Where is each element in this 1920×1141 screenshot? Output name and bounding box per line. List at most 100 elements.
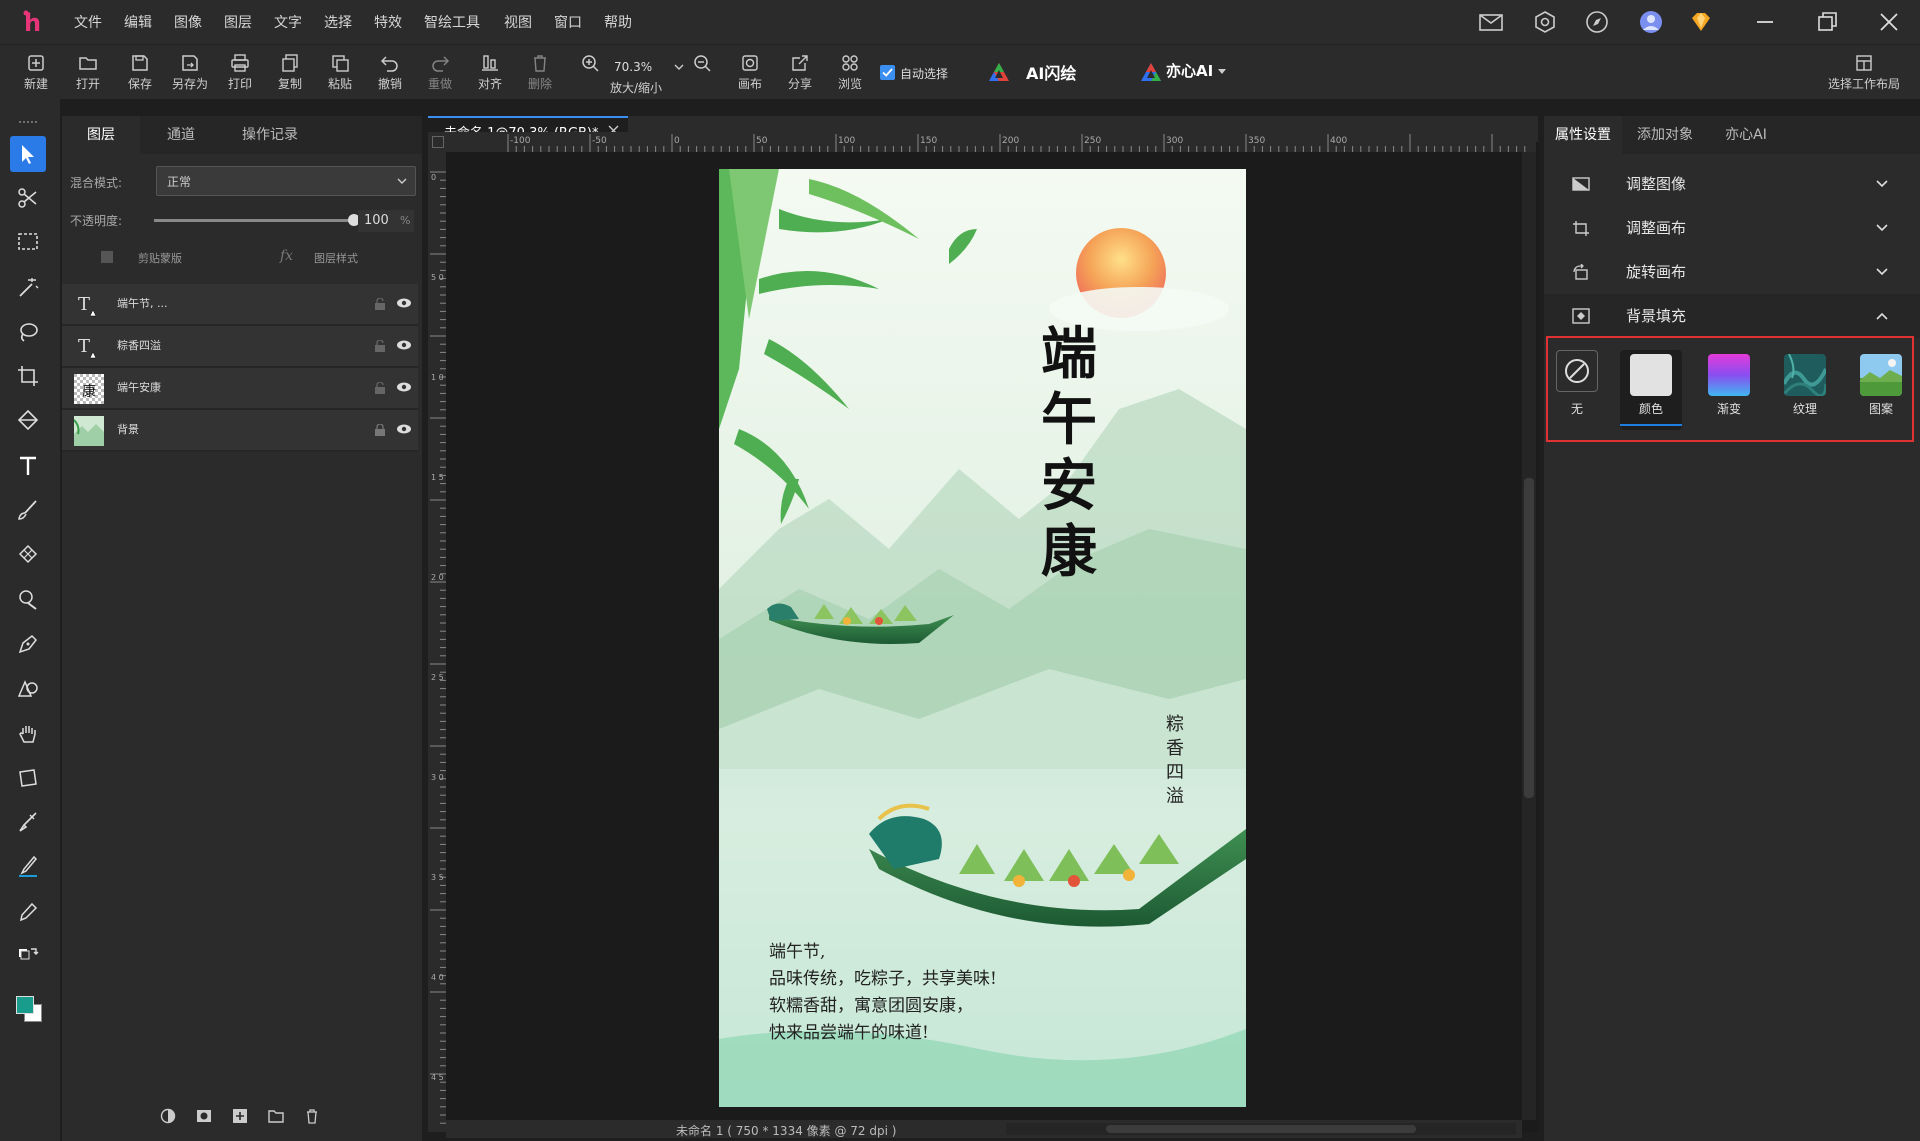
pen-tool-icon[interactable] [10, 626, 46, 662]
fill-bucket-icon[interactable] [10, 402, 46, 438]
copy-button[interactable]: 复制 [268, 51, 312, 97]
tab-layers[interactable]: 图层 [62, 116, 140, 154]
adjustment-layer-icon[interactable] [160, 1108, 176, 1124]
menu-file[interactable]: 文件 [74, 0, 102, 44]
clone-stamp-icon[interactable] [10, 582, 46, 618]
horizontal-scroll-thumb[interactable] [1106, 1125, 1416, 1133]
restore-icon[interactable] [1814, 10, 1840, 34]
highlighter-icon[interactable] [10, 848, 46, 884]
new-button[interactable]: 新建 [14, 51, 58, 97]
settings-icon[interactable] [1532, 10, 1558, 34]
section-background-fill[interactable]: 背景填充 [1544, 294, 1920, 338]
mail-icon[interactable] [1478, 10, 1504, 34]
visibility-eye-icon[interactable] [396, 297, 412, 309]
canvas-button[interactable]: 画布 [728, 51, 772, 97]
opacity-value: 100 [364, 213, 389, 228]
brush-icon[interactable] [10, 492, 46, 528]
cut-tool-icon[interactable] [10, 180, 46, 216]
avatar[interactable] [1638, 10, 1664, 34]
foreground-color-swatch[interactable] [16, 996, 34, 1014]
close-icon[interactable] [1876, 10, 1902, 34]
layer-row[interactable]: T 粽香四溢 [62, 326, 418, 368]
align-button[interactable]: 对齐 [468, 51, 512, 97]
visibility-eye-icon[interactable] [396, 381, 412, 393]
fill-pattern-option[interactable]: 图案 [1850, 350, 1912, 430]
fill-texture-option[interactable]: 纹理 [1774, 350, 1836, 430]
blend-mode-select[interactable]: 正常 [156, 166, 416, 196]
section-rotate-canvas[interactable]: 旋转画布 [1544, 250, 1920, 294]
menu-layer[interactable]: 图层 [224, 0, 252, 44]
fill-color-option[interactable]: 颜色 [1620, 350, 1682, 430]
text-tool-icon[interactable] [10, 448, 46, 484]
fill-none-option[interactable]: 无 [1546, 350, 1608, 430]
tab-history[interactable]: 操作记录 [222, 116, 318, 154]
rect-select-icon[interactable] [10, 224, 46, 260]
menu-select[interactable]: 选择 [324, 0, 352, 44]
vip-gem-icon[interactable] [1688, 10, 1714, 34]
layer-row[interactable]: 康 端午安康 [62, 368, 418, 410]
print-button[interactable]: 打印 [218, 51, 262, 97]
menu-smart-tools[interactable]: 智绘工具 [424, 0, 480, 44]
color-swatches[interactable] [14, 994, 44, 1024]
zoom-in-icon[interactable] [568, 51, 612, 97]
vertical-scrollbar[interactable] [1522, 152, 1536, 1120]
paste-button[interactable]: 粘贴 [318, 51, 362, 97]
tab-channels[interactable]: 通道 [142, 116, 220, 154]
lock-icon[interactable] [374, 424, 386, 436]
undo-button[interactable]: 撤销 [368, 51, 412, 97]
menu-text[interactable]: 文字 [274, 0, 302, 44]
delete-button[interactable]: 删除 [518, 51, 562, 97]
zoom-out-icon[interactable] [680, 51, 724, 97]
add-mask-icon[interactable] [196, 1108, 212, 1124]
fill-gradient-option[interactable]: 渐变 [1698, 350, 1760, 430]
tab-add-object[interactable]: 添加对象 [1626, 116, 1704, 154]
eraser-brush-icon[interactable] [10, 804, 46, 840]
menu-image[interactable]: 图像 [174, 0, 202, 44]
magic-wand-icon[interactable] [10, 270, 46, 306]
visibility-eye-icon[interactable] [396, 423, 412, 435]
unlock-icon[interactable] [374, 382, 386, 394]
visibility-eye-icon[interactable] [396, 339, 412, 351]
menu-effects[interactable]: 特效 [374, 0, 402, 44]
yixin-ai-dropdown[interactable]: 亦心AI [1140, 59, 1230, 85]
swap-colors-icon[interactable] [10, 938, 46, 974]
layer-row[interactable]: T 端午节, ... [62, 284, 418, 326]
new-layer-icon[interactable] [232, 1108, 248, 1124]
folder-icon[interactable] [268, 1108, 284, 1124]
section-adjust-canvas[interactable]: 调整画布 [1544, 206, 1920, 250]
crop-icon[interactable] [10, 358, 46, 394]
tab-yixin-ai[interactable]: 亦心AI [1708, 116, 1784, 154]
compass-icon[interactable] [1584, 10, 1610, 34]
transform-icon[interactable] [10, 760, 46, 796]
opacity-slider[interactable] [154, 214, 360, 226]
save-as-button[interactable]: 另存为 [168, 51, 212, 97]
minimize-icon[interactable] [1752, 10, 1778, 34]
pattern-stamp-icon[interactable] [10, 536, 46, 572]
trash-icon[interactable] [304, 1108, 320, 1124]
open-button[interactable]: 打开 [66, 51, 110, 97]
menu-window[interactable]: 窗口 [554, 0, 582, 44]
layer-row[interactable]: 背景 [62, 410, 418, 452]
opacity-input[interactable]: 100 % [358, 210, 414, 232]
unlock-icon[interactable] [374, 340, 386, 352]
shape-tool-icon[interactable] [10, 670, 46, 706]
vertical-scroll-thumb[interactable] [1524, 478, 1534, 798]
hand-tool-icon[interactable] [10, 716, 46, 752]
share-button[interactable]: 分享 [778, 51, 822, 97]
lasso-icon[interactable] [10, 314, 46, 350]
section-adjust-image[interactable]: 调整图像 [1544, 162, 1920, 206]
redo-button[interactable]: 重做 [418, 51, 462, 97]
eyedropper-icon[interactable] [10, 894, 46, 930]
menu-view[interactable]: 视图 [504, 0, 532, 44]
horizontal-scrollbar[interactable] [1006, 1123, 1516, 1135]
save-button[interactable]: 保存 [118, 51, 162, 97]
browse-button[interactable]: 浏览 [828, 51, 872, 97]
menu-edit[interactable]: 编辑 [124, 0, 152, 44]
unlock-icon[interactable] [374, 298, 386, 310]
zoom-value[interactable]: 70.3% [614, 57, 684, 77]
move-tool-icon[interactable] [10, 136, 46, 172]
poster-canvas[interactable]: 端 午 安 康 粽 香 四 溢 端午节, 品味传统，吃粽子，共享美味! 软糯香甜… [719, 169, 1246, 1107]
menu-help[interactable]: 帮助 [604, 0, 632, 44]
workspace-layout-button[interactable]: 选择工作布局 [1824, 51, 1904, 97]
tab-properties[interactable]: 属性设置 [1544, 116, 1622, 154]
